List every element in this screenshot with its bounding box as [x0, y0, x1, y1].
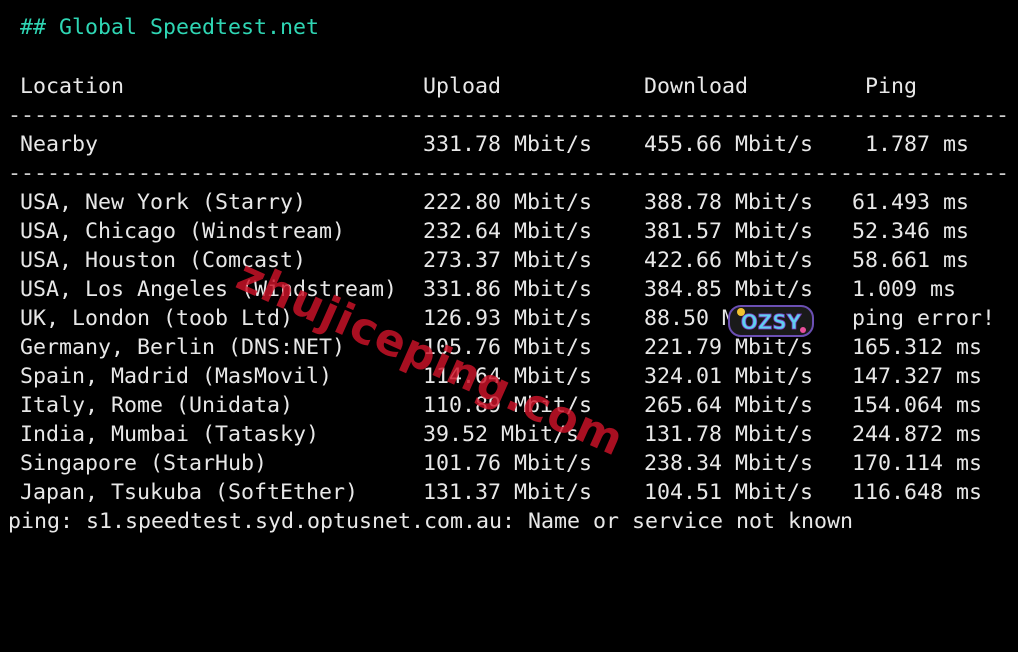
row-ping: 116.648 ms: [852, 480, 983, 505]
column-header-ping: Ping: [865, 74, 918, 99]
row-location: Spain, Madrid (MasMovil): [20, 364, 333, 389]
nearby-location: Nearby: [20, 132, 99, 157]
row-download: 384.85 Mbit/s: [644, 277, 814, 302]
row-download: 221.79 Mbit/s: [644, 335, 814, 360]
table-row: Spain, Madrid (MasMovil) 114.64 Mbit/s 3…: [0, 362, 1018, 391]
row-location: UK, London (toob Ltd): [20, 306, 294, 331]
table-row: UK, London (toob Ltd) 126.93 Mbit/s 88.5…: [0, 304, 1018, 333]
row-download: 388.78 Mbit/s: [644, 190, 814, 215]
row-download: 422.66 Mbit/s: [644, 248, 814, 273]
table-row: USA, Chicago (Windstream) 232.64 Mbit/s …: [0, 217, 1018, 246]
row-ping: 1.009 ms: [852, 277, 957, 302]
column-header-location: Location: [20, 74, 125, 99]
table-row: USA, Houston (Comcast) 273.37 Mbit/s 422…: [0, 246, 1018, 275]
row-ping: 244.872 ms: [852, 422, 983, 447]
row-location: USA, Chicago (Windstream): [20, 219, 346, 244]
row-upload: 131.37 Mbit/s: [423, 480, 593, 505]
row-location: Germany, Berlin (DNS:NET): [20, 335, 346, 360]
table-row: India, Mumbai (Tatasky) 39.52 Mbit/s 131…: [0, 420, 1018, 449]
row-upload: 222.80 Mbit/s: [423, 190, 593, 215]
row-upload: 126.93 Mbit/s: [423, 306, 593, 331]
nearby-ping: 1.787 ms: [865, 132, 970, 157]
row-upload: 273.37 Mbit/s: [423, 248, 593, 273]
row-download: 104.51 Mbit/s: [644, 480, 814, 505]
section-heading: ## Global Speedtest.net: [20, 15, 320, 40]
row-upload: 114.64 Mbit/s: [423, 364, 593, 389]
row-ping: 147.327 ms: [852, 364, 983, 389]
row-ping: 61.493 ms: [852, 190, 970, 215]
row-download: 238.34 Mbit/s: [644, 451, 814, 476]
row-upload: 110.89 Mbit/s: [423, 393, 593, 418]
divider-rule: ----------------------------------------…: [8, 103, 1010, 128]
table-row: Singapore (StarHub) 101.76 Mbit/s 238.34…: [0, 449, 1018, 478]
table-row: Japan, Tsukuba (SoftEther) 131.37 Mbit/s…: [0, 478, 1018, 507]
row-location: USA, Houston (Comcast): [20, 248, 307, 273]
table-row: Germany, Berlin (DNS:NET) 105.76 Mbit/s …: [0, 333, 1018, 362]
row-download: 265.64 Mbit/s: [644, 393, 814, 418]
row-download: 381.57 Mbit/s: [644, 219, 814, 244]
row-ping: ping error!: [852, 306, 996, 331]
row-upload: 232.64 Mbit/s: [423, 219, 593, 244]
row-upload: 101.76 Mbit/s: [423, 451, 593, 476]
column-header-row: Location Upload Download Ping: [0, 72, 1018, 101]
row-location: Italy, Rome (Unidata): [20, 393, 294, 418]
row-ping: 165.312 ms: [852, 335, 983, 360]
row-location: USA, New York (Starry): [20, 190, 307, 215]
row-upload: 331.86 Mbit/s: [423, 277, 593, 302]
row-location: USA, Los Angeles (Windstream): [20, 277, 398, 302]
terminal-window: ## Global Speedtest.net Location Upload …: [0, 0, 1018, 550]
row-location: Japan, Tsukuba (SoftEther): [20, 480, 359, 505]
table-row: USA, New York (Starry) 222.80 Mbit/s 388…: [0, 188, 1018, 217]
row-upload: 105.76 Mbit/s: [423, 335, 593, 360]
table-row: USA, Los Angeles (Windstream) 331.86 Mbi…: [0, 275, 1018, 304]
nearby-upload: 331.78 Mbit/s: [423, 132, 593, 157]
row-ping: 170.114 ms: [852, 451, 983, 476]
divider-rule: ----------------------------------------…: [8, 161, 1010, 186]
row-location: India, Mumbai (Tatasky): [20, 422, 320, 447]
column-header-upload: Upload: [423, 74, 502, 99]
row-upload: 39.52 Mbit/s: [423, 422, 580, 447]
row-location: Singapore (StarHub): [20, 451, 268, 476]
row-download: 131.78 Mbit/s: [644, 422, 814, 447]
nearby-download: 455.66 Mbit/s: [644, 132, 814, 157]
column-header-download: Download: [644, 74, 749, 99]
row-ping: 52.346 ms: [852, 219, 970, 244]
row-ping: 154.064 ms: [852, 393, 983, 418]
row-download: 88.50 Mbit/s: [644, 306, 801, 331]
table-row: Italy, Rome (Unidata) 110.89 Mbit/s 265.…: [0, 391, 1018, 420]
row-download: 324.01 Mbit/s: [644, 364, 814, 389]
row-ping: 58.661 ms: [852, 248, 970, 273]
error-output-line: ping: s1.speedtest.syd.optusnet.com.au: …: [8, 509, 854, 534]
nearby-row: Nearby 331.78 Mbit/s 455.66 Mbit/s 1.787…: [0, 130, 1018, 159]
